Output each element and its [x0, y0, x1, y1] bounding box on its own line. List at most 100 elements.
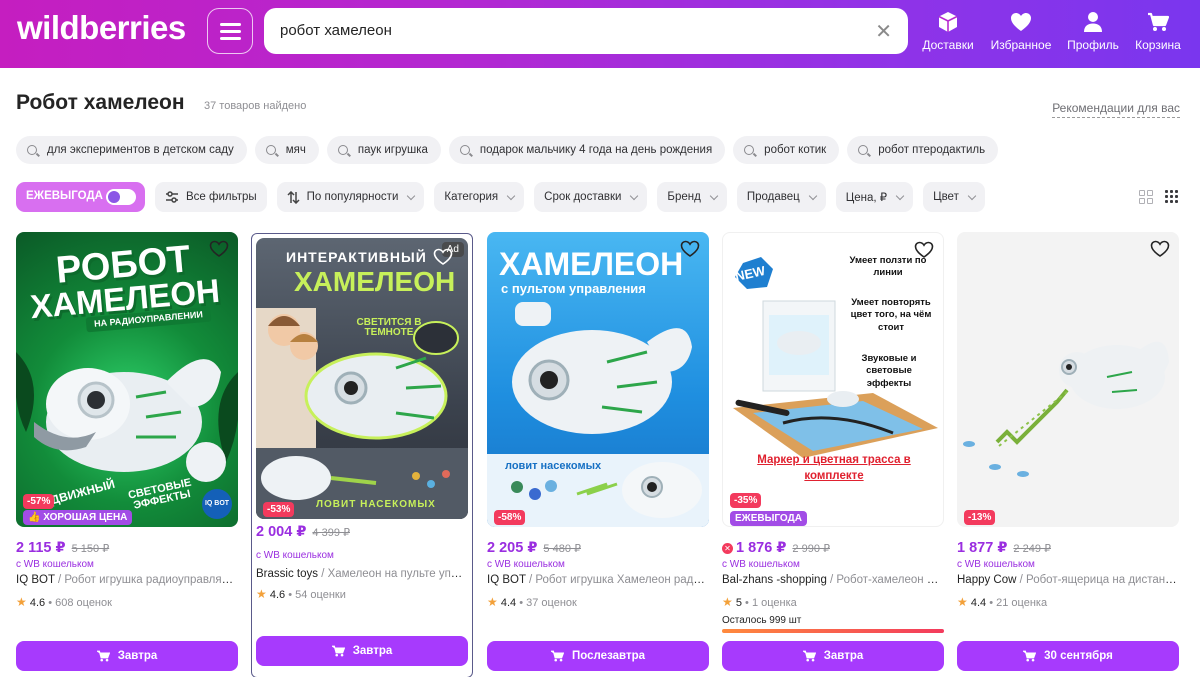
search-icon	[459, 145, 470, 155]
grid-view-small-button[interactable]	[1165, 190, 1178, 203]
wallet-note: с WB кошельком	[256, 550, 334, 561]
sort-label: По популярности	[306, 191, 399, 203]
product-name[interactable]: Brassic toys / Хамелеон на пульте управл…	[256, 568, 468, 580]
product-description: / Робот игрушка Хамелеон радиоуправляемы…	[528, 574, 709, 586]
discount-badge: -35%	[730, 493, 762, 508]
suggestion-label: робот птеродактиль	[878, 144, 986, 156]
nav-cart[interactable]: Корзина	[1125, 10, 1191, 52]
star-icon: ★	[957, 595, 968, 609]
cart-icon	[1023, 650, 1037, 662]
wallet-note: с WB кошельком	[487, 559, 565, 570]
image-text: Звуковые и световые эффекты	[861, 353, 917, 389]
suggestion-chip[interactable]: робот котик	[733, 136, 840, 164]
cart-icon	[331, 645, 345, 657]
all-filters-button[interactable]: Все фильтры	[155, 182, 267, 212]
product-image[interactable]: РОБОТ ХАМЕЛЕОН НА РАДИОУПРАВЛЕНИИ ДВИЖНЫ…	[16, 232, 238, 527]
suggestion-chip[interactable]: паук игрушка	[326, 136, 441, 164]
old-price: 4 399 ₽	[312, 527, 350, 539]
chevron-down-icon	[630, 191, 639, 200]
grid-view-large-button[interactable]	[1139, 190, 1153, 204]
product-name[interactable]: IQ BOT / Робот игрушка Хамелеон радиоупр…	[487, 574, 709, 586]
add-to-cart-button[interactable]: Завтра	[256, 636, 468, 666]
cart-icon	[802, 650, 816, 662]
suggestion-label: мяч	[285, 144, 306, 156]
box-icon	[915, 10, 981, 34]
favorite-heart-icon[interactable]	[208, 238, 230, 260]
cart-icon	[1125, 10, 1191, 34]
image-text: ХАМЕЛЕОН	[294, 266, 456, 297]
suggestion-chip[interactable]: робот птеродактиль	[847, 136, 999, 164]
wildberries-logo[interactable]: wildberries	[17, 9, 186, 47]
current-price: 1 877 ₽	[957, 540, 1008, 556]
product-image[interactable]: -13%	[957, 232, 1179, 527]
product-image[interactable]: ХАМЕЛЕОН с пультом управления ловит насе…	[487, 232, 709, 527]
suggestion-chip[interactable]: для экспериментов в детском саду	[16, 136, 247, 164]
product-card[interactable]: ХАМЕЛЕОН с пультом управления ловит насе…	[487, 232, 709, 677]
product-card[interactable]: ИНТЕРАКТИВНЫЙ ХАМЕЛЕОН СВЕТИТСЯ В ТЕМНОТ…	[251, 233, 473, 677]
product-image[interactable]: ИНТЕРАКТИВНЫЙ ХАМЕЛЕОН СВЕТИТСЯ В ТЕМНОТ…	[256, 238, 468, 519]
product-description: / Робот-хамелеон движущийся	[830, 574, 944, 586]
clear-search-icon[interactable]: ✕	[875, 19, 892, 44]
filter-price[interactable]: Цена, ₽	[835, 182, 914, 212]
nav-label: Корзина	[1135, 38, 1181, 52]
toggle-switch[interactable]	[106, 189, 136, 205]
favorite-heart-icon[interactable]	[679, 238, 701, 260]
product-price: 2 205 ₽ 5 480 ₽	[487, 540, 581, 556]
nav-favorites[interactable]: Избранное	[988, 10, 1054, 52]
product-card[interactable]: -13% 1 877 ₽ 2 249 ₽ с WB кошельком Happy…	[957, 232, 1179, 677]
old-price: 2 990 ₽	[792, 543, 830, 555]
discount-badge: -58%	[494, 510, 526, 525]
current-price: 2 115 ₽	[16, 540, 66, 556]
favorite-heart-icon[interactable]	[432, 246, 454, 268]
product-name[interactable]: Happy Cow / Робот-ящерица на дистанционн…	[957, 574, 1179, 586]
image-text: с пультом управления	[501, 281, 646, 296]
product-name[interactable]: IQ BOT / Робот игрушка радиоуправляемый …	[16, 574, 238, 586]
old-price: 2 249 ₽	[1013, 543, 1051, 555]
filter-color[interactable]: Цвет	[923, 182, 985, 212]
product-description: / Хамелеон на пульте управления	[321, 568, 468, 580]
reviews-count: 54 оценки	[295, 589, 346, 601]
suggestion-chip[interactable]: мяч	[254, 136, 319, 164]
filter-delivery-time[interactable]: Срок доставки	[534, 182, 648, 212]
delivery-label: Завтра	[352, 645, 393, 657]
current-price: 1 876 ₽	[736, 540, 787, 556]
filter-category[interactable]: Категория	[434, 182, 525, 212]
brand-name: Happy Cow	[957, 574, 1017, 586]
suggestion-label: робот котик	[764, 144, 827, 156]
chevron-down-icon	[407, 191, 416, 200]
add-to-cart-button[interactable]: Завтра	[16, 641, 238, 671]
suggestion-chip[interactable]: подарок мальчику 4 года на день рождения	[448, 136, 726, 164]
add-to-cart-button[interactable]: Завтра	[722, 641, 944, 671]
recommendations-link[interactable]: Рекомендации для вас	[1052, 101, 1180, 118]
star-icon: ★	[256, 587, 267, 601]
image-text: Маркер и цветная трасса в комплекте	[757, 454, 911, 482]
brand-name: IQ BOT	[16, 574, 55, 586]
add-to-cart-button[interactable]: 30 сентября	[957, 641, 1179, 671]
favorite-heart-icon[interactable]	[1149, 238, 1171, 260]
star-icon: ★	[16, 595, 27, 609]
brand-logo: IQ BOT	[202, 489, 232, 519]
star-icon: ★	[722, 595, 733, 609]
search-query[interactable]: робот хамелеон	[280, 22, 392, 39]
rating-value: 4.6	[29, 597, 46, 609]
product-card[interactable]: РОБОТ ХАМЕЛЕОН НА РАДИОУПРАВЛЕНИИ ДВИЖНЫ…	[16, 232, 238, 677]
profit-toggle[interactable]: ЕЖЕВЫГОДА	[16, 182, 145, 212]
product-name[interactable]: Bal-zhans -shopping / Робот-хамелеон дви…	[722, 574, 944, 586]
nav-deliveries[interactable]: Доставки	[915, 10, 981, 52]
profit-badge: ЕЖЕВЫГОДА	[730, 511, 807, 526]
filter-brand[interactable]: Бренд	[657, 182, 727, 212]
results-count: 37 товаров найдено	[204, 100, 307, 112]
sort-dropdown[interactable]: По популярности	[276, 182, 425, 212]
cart-icon	[550, 650, 564, 662]
badge-label: ХОРОШАЯ ЦЕНА	[43, 512, 128, 523]
favorite-heart-icon[interactable]	[913, 239, 935, 261]
add-to-cart-button[interactable]: Послезавтра	[487, 641, 709, 671]
filter-seller[interactable]: Продавец	[736, 182, 826, 212]
nav-profile[interactable]: Профиль	[1060, 10, 1126, 52]
search-input[interactable]: робот хамелеон ✕	[264, 8, 908, 54]
product-price: 2 004 ₽ 4 399 ₽	[256, 524, 350, 540]
product-card[interactable]: NEW Умеет ползти по линии Умеет повторят…	[722, 232, 944, 677]
product-image[interactable]: NEW Умеет ползти по линии Умеет повторят…	[722, 232, 944, 527]
search-icon	[744, 145, 755, 155]
menu-button[interactable]	[207, 8, 253, 54]
